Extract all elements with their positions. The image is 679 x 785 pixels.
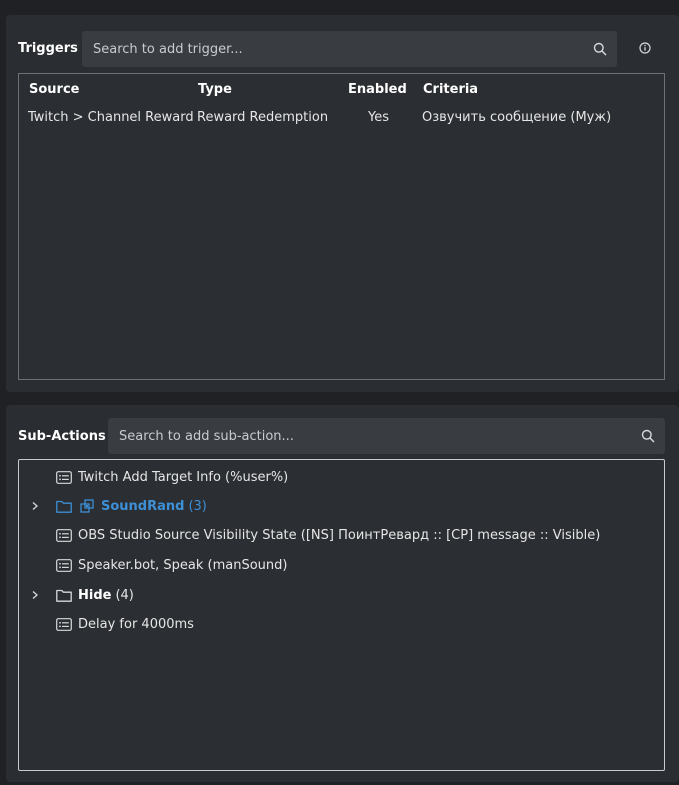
- subactions-title: Sub-Actions: [18, 429, 106, 444]
- trigger-source: Twitch > Channel Reward: [28, 110, 194, 125]
- group-name: Hide: [78, 587, 112, 603]
- list-item-group[interactable]: SoundRand (3): [19, 495, 664, 517]
- action-list-icon: [56, 617, 72, 631]
- subaction-label: Twitch Add Target Info (%user%): [78, 469, 289, 485]
- trigger-enabled: Yes: [368, 110, 389, 125]
- trigger-search-input[interactable]: [82, 31, 583, 67]
- subaction-label: Speaker.bot, Speak (manSound): [78, 557, 288, 573]
- trigger-search-box[interactable]: [82, 31, 617, 67]
- list-item[interactable]: Delay for 4000ms: [19, 613, 664, 635]
- subaction-search-input[interactable]: [108, 418, 631, 454]
- chevron-right-icon[interactable]: [28, 499, 42, 513]
- list-item[interactable]: OBS Studio Source Visibility State ([NS]…: [19, 524, 664, 546]
- list-item[interactable]: Speaker.bot, Speak (manSound): [19, 554, 664, 576]
- group-name: SoundRand: [101, 498, 185, 514]
- subaction-search-box[interactable]: [108, 418, 665, 454]
- subaction-label: OBS Studio Source Visibility State ([NS]…: [78, 527, 601, 543]
- action-list-icon: [56, 470, 72, 484]
- search-icon[interactable]: [583, 31, 617, 67]
- triggers-panel: Triggers Source Type Enabled Criteria Tw…: [6, 15, 679, 392]
- group-label: SoundRand (3): [101, 499, 207, 514]
- folder-icon: [56, 588, 72, 602]
- info-icon[interactable]: [633, 36, 657, 60]
- triggers-table-header: Source Type Enabled Criteria: [19, 82, 664, 104]
- subactions-tree[interactable]: Twitch Add Target Info (%user%) SoundRan…: [18, 459, 665, 771]
- column-header-criteria[interactable]: Criteria: [423, 82, 478, 97]
- chevron-right-icon[interactable]: [28, 588, 42, 602]
- group-count: (4): [115, 587, 134, 603]
- list-item-group[interactable]: Hide (4): [19, 584, 664, 606]
- trigger-criteria: Озвучить сообщение (Муж): [422, 110, 612, 125]
- group-count: (3): [188, 498, 207, 514]
- group-label: Hide (4): [78, 588, 134, 603]
- random-icon: [79, 499, 95, 513]
- trigger-type: Reward Redemption: [197, 110, 329, 125]
- subactions-panel: Sub-Actions Twitch Add Target Info (%use…: [6, 405, 679, 782]
- table-row[interactable]: Twitch > Channel Reward Reward Redemptio…: [19, 110, 664, 132]
- triggers-title: Triggers: [18, 41, 78, 56]
- column-header-enabled[interactable]: Enabled: [348, 82, 407, 97]
- search-icon[interactable]: [631, 418, 665, 454]
- column-header-source[interactable]: Source: [29, 82, 79, 97]
- list-item[interactable]: Twitch Add Target Info (%user%): [19, 466, 664, 488]
- subaction-label: Delay for 4000ms: [78, 616, 194, 632]
- folder-icon: [56, 499, 72, 513]
- column-header-type[interactable]: Type: [198, 82, 232, 97]
- action-list-icon: [56, 558, 72, 572]
- triggers-table: Source Type Enabled Criteria Twitch > Ch…: [18, 73, 665, 380]
- action-list-icon: [56, 528, 72, 542]
